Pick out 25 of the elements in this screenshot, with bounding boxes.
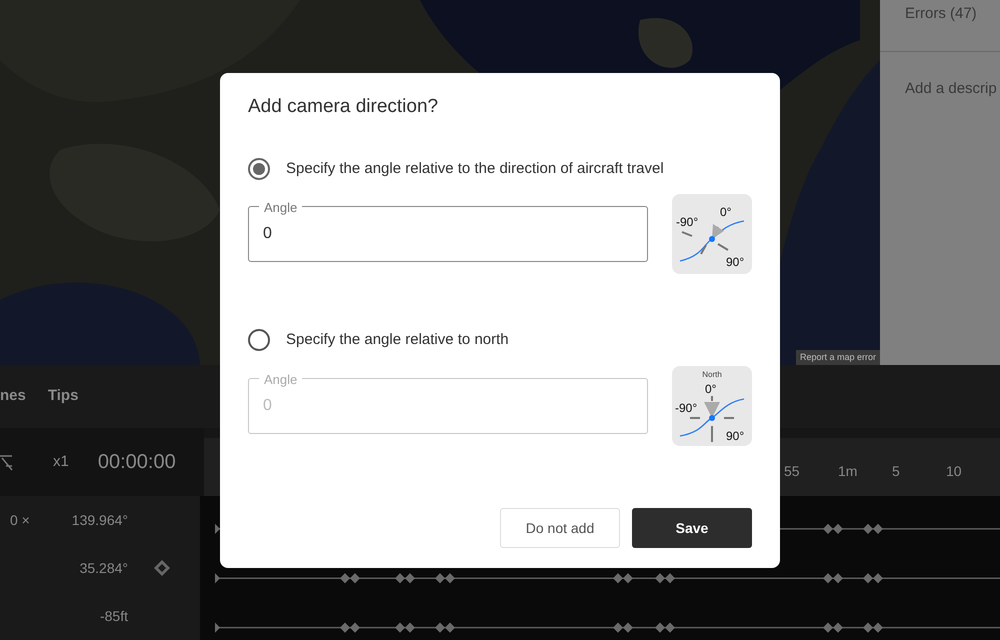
radio-icon[interactable] bbox=[248, 158, 270, 180]
keyframe-icon[interactable] bbox=[153, 559, 171, 577]
ruler-label: 1m bbox=[838, 462, 858, 481]
row-value: -85ft bbox=[98, 606, 128, 626]
save-button[interactable]: Save bbox=[632, 508, 752, 548]
radio-option[interactable]: Specify the angle relative to the direction of aircraft travel bbox=[248, 158, 752, 180]
row-value: 35.284° bbox=[78, 558, 128, 578]
ruler-label: 10 bbox=[946, 462, 963, 481]
panel-tab[interactable]: nes bbox=[0, 385, 26, 408]
dialog-title: Add camera direction? bbox=[248, 95, 440, 119]
field-value: 0 bbox=[263, 224, 272, 244]
map-error-link[interactable]: Report a map error bbox=[796, 350, 880, 365]
row-count: 0 × bbox=[9, 510, 31, 530]
cancel-button[interactable]: Do not add bbox=[500, 508, 620, 548]
radio-option[interactable]: Specify the angle relative to north bbox=[248, 329, 752, 352]
speed-label[interactable]: x1 bbox=[53, 450, 69, 474]
ruler-label: 55 bbox=[784, 462, 801, 481]
direction-diagram: -90° 0° 90° bbox=[672, 194, 752, 274]
time-display: 00:00:00 bbox=[98, 450, 176, 476]
ruler-label: 5 bbox=[892, 462, 901, 481]
direction-diagram: North -90° 0° 90° bbox=[672, 366, 752, 446]
radio-icon[interactable] bbox=[248, 329, 270, 352]
field-value: 0 bbox=[263, 396, 272, 416]
row-value: 139.964° bbox=[70, 510, 128, 530]
panel-tab[interactable]: Tips bbox=[48, 385, 78, 408]
